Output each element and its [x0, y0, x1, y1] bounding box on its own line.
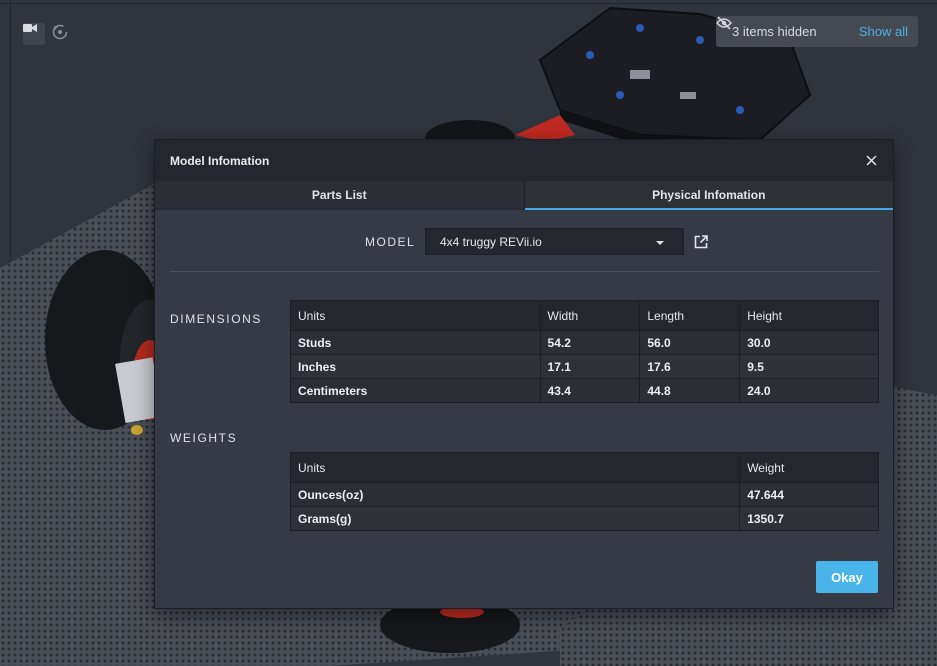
table-cell: Ounces(oz) — [289, 482, 741, 507]
table-cell: 56.0 — [639, 330, 741, 355]
chevron-down-icon — [656, 241, 664, 245]
weights-table: Units Weight Ounces(oz) 47.644 Grams(g) … — [289, 452, 879, 531]
table-cell: 1350.7 — [739, 506, 879, 531]
dialog-header: Model Infomation — [155, 140, 893, 181]
table-row: Centimeters 43.4 44.8 24.0 — [290, 378, 879, 403]
close-icon — [865, 154, 877, 166]
model-select[interactable]: 4x4 truggy REVii.io — [425, 228, 684, 255]
table-cell: 17.1 — [539, 354, 641, 379]
table-cell: Grams(g) — [289, 506, 741, 531]
table-row: Ounces(oz) 47.644 — [289, 482, 879, 507]
column-header: Width — [539, 300, 641, 331]
video-camera-icon — [23, 24, 37, 32]
eye-off-icon — [716, 16, 732, 30]
tab-physical-information[interactable]: Physical Infomation — [524, 181, 893, 210]
model-select-value: 4x4 truggy REVii.io — [440, 234, 542, 249]
open-external-icon[interactable] — [693, 234, 709, 250]
table-header-row: Units Width Length Height — [290, 300, 879, 331]
table-row: Inches 17.1 17.6 9.5 — [290, 354, 879, 379]
table-cell: 17.6 — [639, 354, 741, 379]
close-button[interactable] — [863, 152, 879, 168]
column-header: Units — [289, 452, 741, 483]
dialog-tabs: Parts List Physical Infomation — [155, 181, 893, 210]
table-cell: 9.5 — [739, 354, 879, 379]
tab-parts-list[interactable]: Parts List — [155, 181, 525, 210]
show-all-link[interactable]: Show all — [859, 24, 908, 39]
section-divider — [170, 271, 879, 272]
table-row: Grams(g) 1350.7 — [289, 506, 879, 531]
reset-view-button[interactable] — [51, 23, 73, 45]
table-row: Studs 54.2 56.0 30.0 — [290, 330, 879, 355]
table-cell: 24.0 — [739, 378, 879, 403]
table-cell: 43.4 — [539, 378, 641, 403]
table-cell: Studs — [290, 330, 541, 355]
table-cell: 44.8 — [639, 378, 741, 403]
dialog-title: Model Infomation — [170, 153, 270, 168]
model-information-dialog: Model Infomation Parts List Physical Inf… — [154, 139, 894, 609]
okay-button[interactable]: Okay — [816, 561, 878, 593]
column-header: Length — [639, 300, 741, 331]
hidden-items-text: 3 items hidden — [732, 24, 817, 39]
model-row: MODEL 4x4 truggy REVii.io — [155, 228, 893, 256]
table-header-row: Units Weight — [289, 452, 879, 483]
table-cell: 54.2 — [539, 330, 641, 355]
dimensions-table: Units Width Length Height Studs 54.2 56.… — [290, 300, 879, 403]
hidden-items-bar: 3 items hidden Show all — [716, 16, 918, 47]
weights-label: WEIGHTS — [170, 431, 238, 445]
reset-view-icon — [52, 24, 68, 40]
column-header: Height — [739, 300, 879, 331]
column-header: Weight — [739, 452, 879, 483]
model-label: MODEL — [365, 235, 416, 249]
table-cell: 47.644 — [739, 482, 879, 507]
column-header: Units — [290, 300, 541, 331]
table-cell: Centimeters — [290, 378, 541, 403]
table-cell: 30.0 — [739, 330, 879, 355]
camera-button[interactable] — [23, 23, 45, 45]
dimensions-label: DIMENSIONS — [170, 312, 263, 326]
table-cell: Inches — [290, 354, 541, 379]
